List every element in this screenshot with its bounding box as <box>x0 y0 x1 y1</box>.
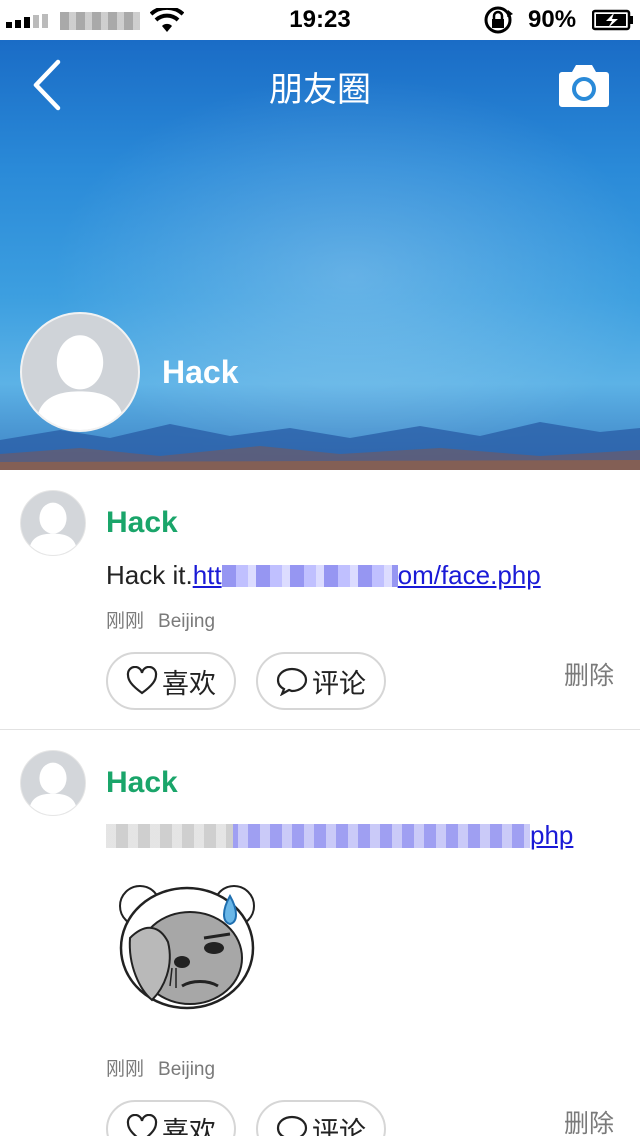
camera-icon[interactable] <box>558 60 610 108</box>
comment-button[interactable]: 评论 <box>256 652 386 710</box>
comment-bubble-icon <box>276 1115 308 1136</box>
post-meta: 刚刚 Beijing <box>106 1054 229 1081</box>
post-location[interactable]: Beijing <box>158 1059 215 1080</box>
heart-icon <box>126 666 158 695</box>
avatar-placeholder-icon <box>35 335 125 430</box>
cover-user-name: Hack <box>162 354 239 390</box>
comment-label: 评论 <box>312 1116 366 1136</box>
comment-label: 评论 <box>312 668 366 700</box>
post-link-end: om/face.php <box>397 560 541 590</box>
post-avatar[interactable] <box>20 490 86 556</box>
post-location[interactable]: Beijing <box>158 611 215 632</box>
post-link[interactable]: htt om/face.php <box>193 560 541 590</box>
post-author[interactable]: Hack <box>106 766 178 800</box>
text-redacted <box>106 824 530 848</box>
comment-button[interactable]: 评论 <box>256 1100 386 1136</box>
avatar-placeholder-icon <box>28 502 78 555</box>
post-text: Hack it.htt om/face.php <box>106 560 541 591</box>
like-label: 喜欢 <box>162 668 216 700</box>
rotation-lock-icon <box>484 6 513 34</box>
post-link-end[interactable]: php <box>530 820 573 850</box>
post-text-prefix: Hack it. <box>106 560 193 590</box>
like-label: 喜欢 <box>162 1116 216 1136</box>
page-title: 朋友圈 <box>269 70 371 110</box>
post-meta: 刚刚 Beijing <box>106 606 229 633</box>
post-avatar[interactable] <box>20 750 86 816</box>
post-time: 刚刚 <box>106 1059 145 1080</box>
feed-post: Hack Hack it.htt om/face.php 刚刚 Beijing 喜欢… <box>0 470 640 730</box>
post-author[interactable]: Hack <box>106 506 178 540</box>
sticker-bear-image[interactable] <box>112 876 262 1016</box>
avatar-placeholder-icon <box>28 762 78 815</box>
comment-bubble-icon <box>276 667 308 696</box>
post-link-start: htt <box>192 560 222 590</box>
battery-icon <box>592 9 633 31</box>
post-text: php <box>106 820 573 851</box>
delete-button[interactable]: 删除 <box>564 1104 614 1136</box>
like-button[interactable]: 喜欢 <box>106 1100 236 1136</box>
delete-button[interactable]: 删除 <box>564 656 614 692</box>
battery-percent: 90% <box>528 6 577 33</box>
cover-avatar[interactable] <box>20 312 140 432</box>
heart-icon <box>126 1114 158 1136</box>
feed-post: Hack php 刚刚 Beijing 喜欢 评论 删除 <box>0 730 640 1136</box>
post-time: 刚刚 <box>106 611 145 632</box>
like-button[interactable]: 喜欢 <box>106 652 236 710</box>
status-bar: 19:23 90% <box>0 0 640 40</box>
link-redacted <box>221 565 398 587</box>
